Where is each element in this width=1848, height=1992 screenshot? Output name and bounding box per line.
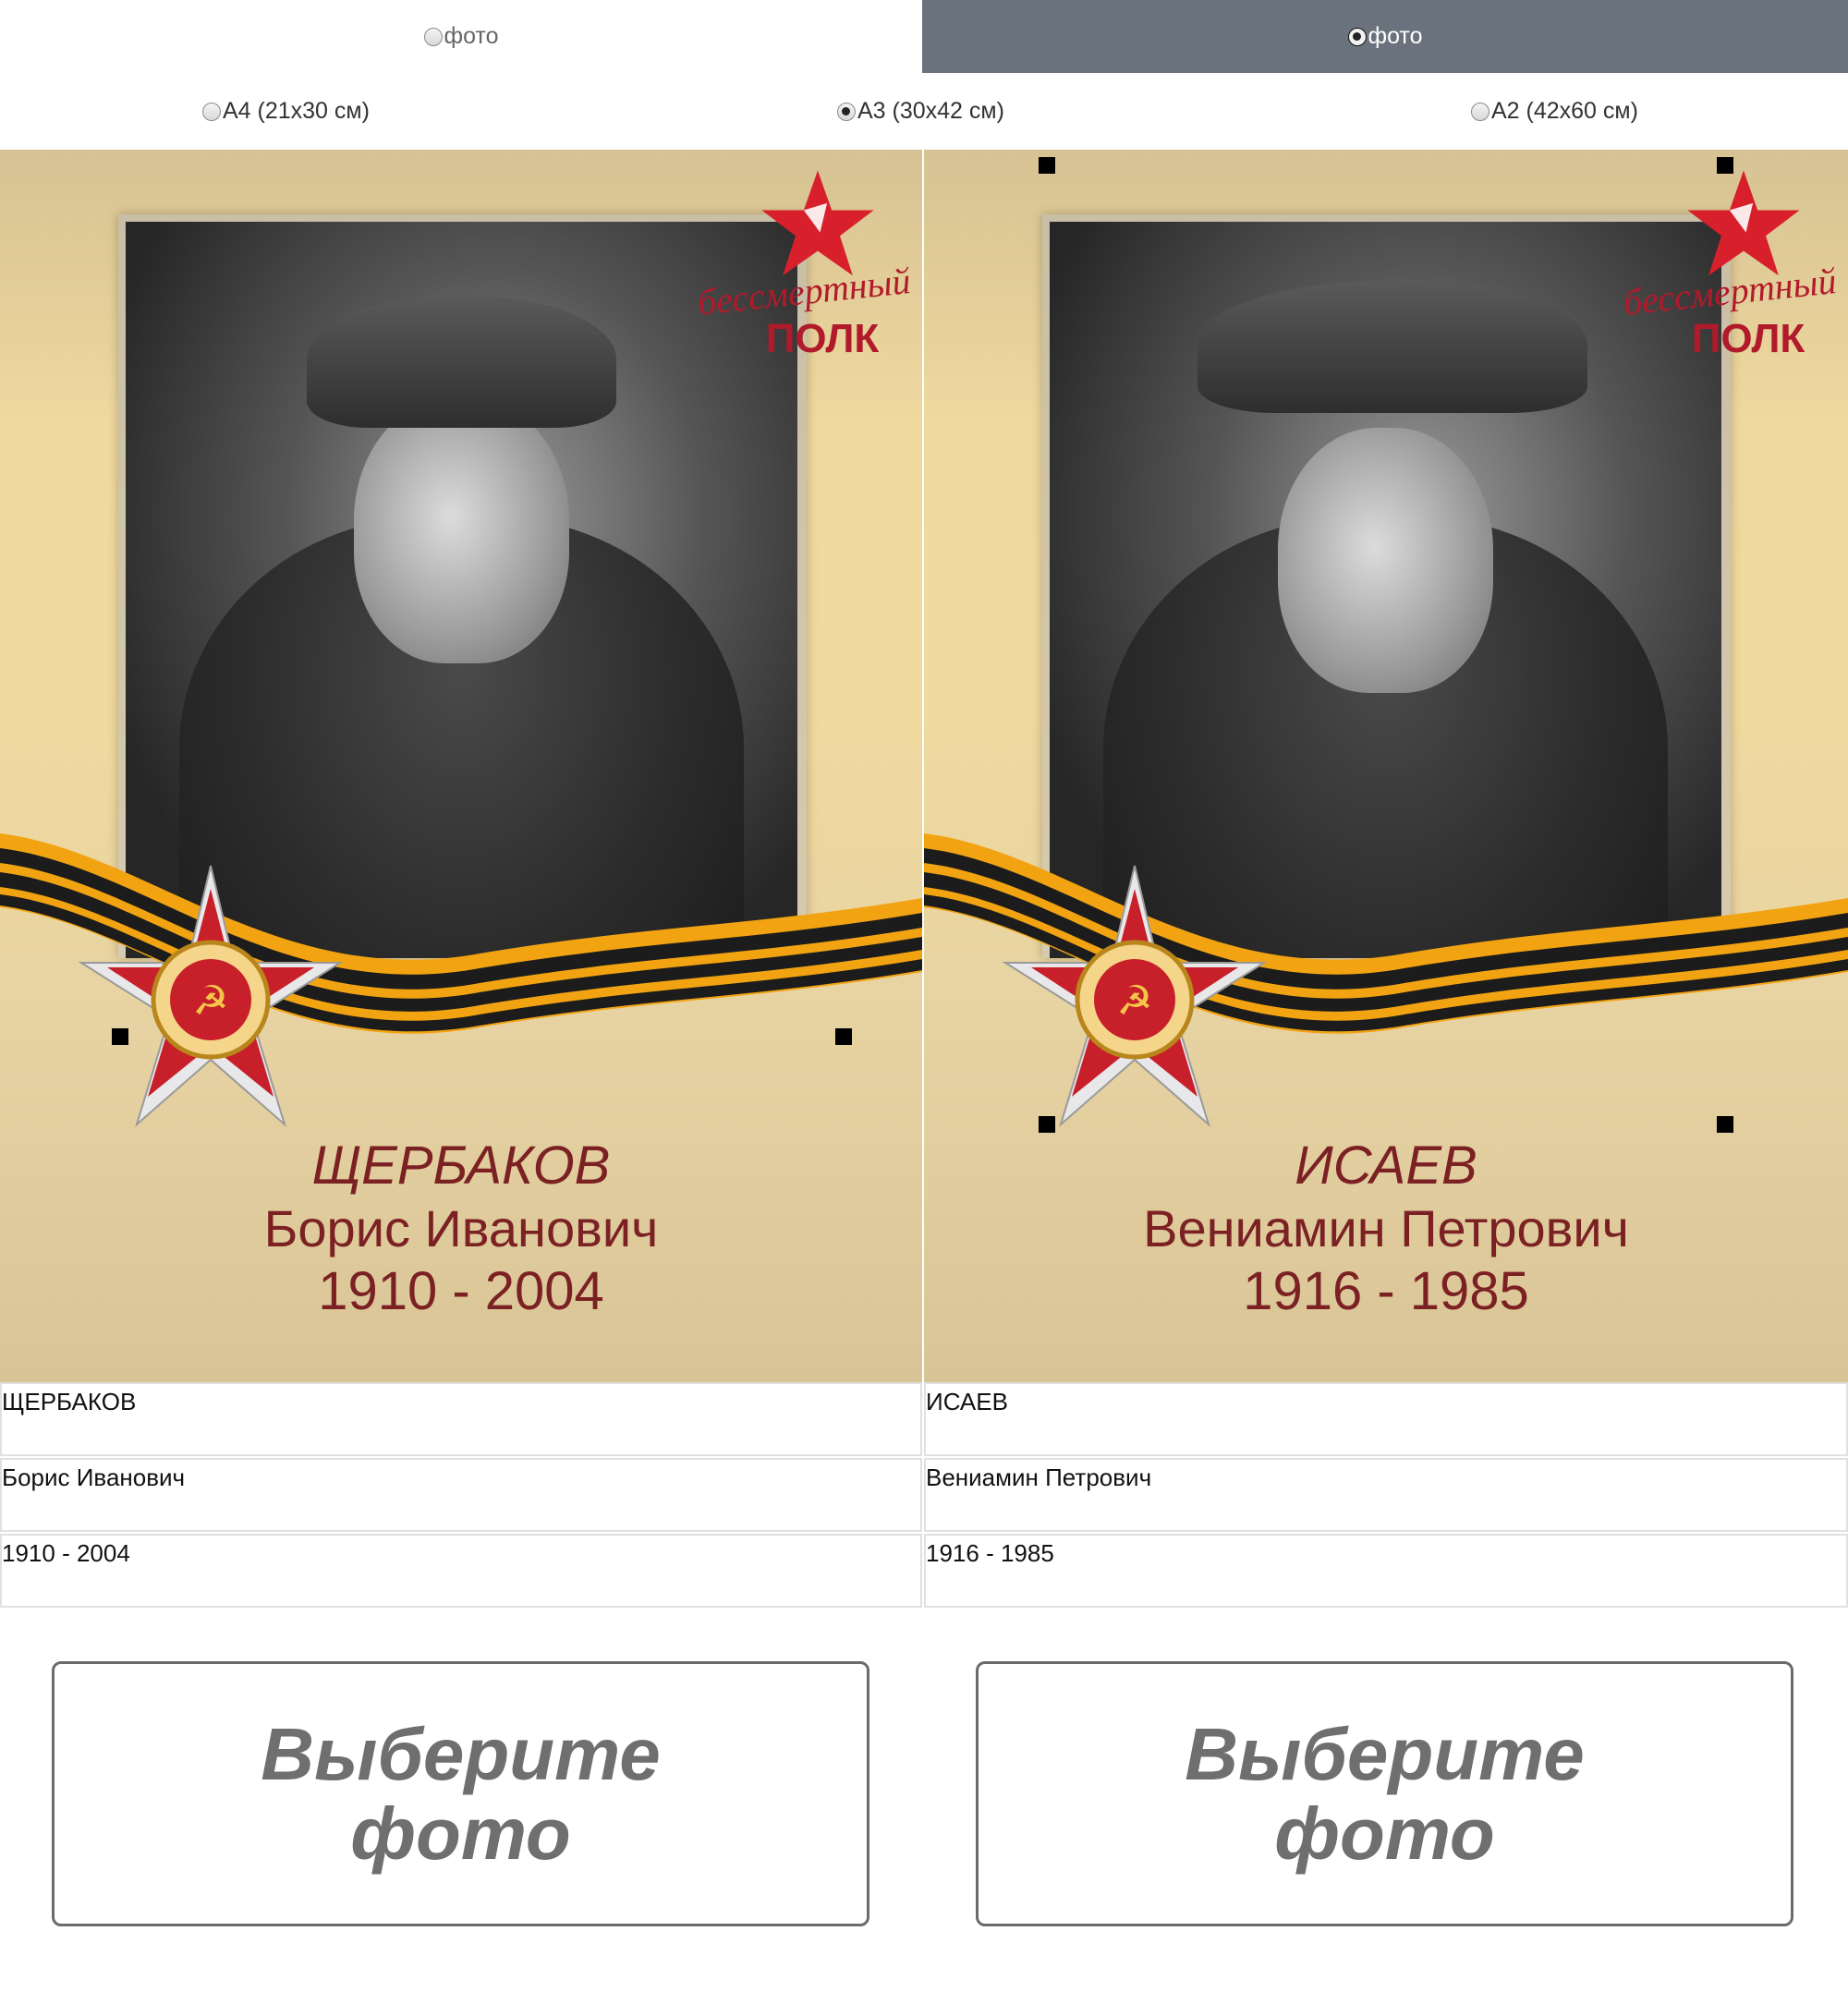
crop-handle-top-right[interactable] bbox=[1717, 157, 1733, 174]
size-a3-radio[interactable] bbox=[837, 102, 856, 121]
size-a2-radio[interactable] bbox=[1471, 102, 1489, 121]
resize-handle[interactable] bbox=[835, 1028, 852, 1045]
size-option-a3[interactable]: А3 (30х42 см) bbox=[837, 73, 1004, 150]
resize-handle[interactable] bbox=[112, 1028, 128, 1045]
portrait-cap-goggles bbox=[1197, 280, 1587, 414]
immortal-regiment-logo: бессмертный ПОЛК bbox=[693, 168, 915, 381]
svg-text:☭: ☭ bbox=[1116, 978, 1152, 1025]
given-name-field-2[interactable]: Вениамин Петрович bbox=[924, 1458, 1848, 1532]
red-star-icon bbox=[1687, 170, 1800, 276]
years-field-1[interactable]: 1910 - 2004 bbox=[0, 1534, 922, 1608]
svg-text:☭: ☭ bbox=[192, 978, 228, 1025]
crop-handle-bottom-left[interactable] bbox=[1039, 1116, 1055, 1133]
portrait-cap bbox=[307, 295, 616, 429]
size-option-a2[interactable]: А2 (42х60 см) bbox=[1471, 73, 1638, 150]
poster-preview-2: бессмертный ПОЛК ☭ ИСАЕВ Вениамин Петров… bbox=[924, 150, 1848, 1382]
poster-names: ЩЕРБАКОВ Борис Иванович 1910 - 2004 bbox=[0, 1134, 922, 1324]
size-options: А4 (21х30 см) А3 (30х42 см) А2 (42х60 см… bbox=[0, 73, 1848, 150]
choose-photo-label-1: Выберите фото bbox=[261, 1712, 661, 1875]
tab-2-radio[interactable] bbox=[1347, 27, 1367, 46]
choose-photo-line1: Выберите bbox=[261, 1712, 661, 1795]
poster-surname: ИСАЕВ bbox=[1295, 1136, 1477, 1196]
surname-field-2[interactable]: ИСАЕВ bbox=[924, 1382, 1848, 1456]
choose-photo-line1: Выберите bbox=[1185, 1712, 1585, 1795]
choose-photo-line2: фото bbox=[1274, 1792, 1495, 1875]
choose-photo-label-2: Выберите фото bbox=[1185, 1712, 1585, 1875]
tab-photo-1[interactable]: фото bbox=[0, 0, 922, 73]
choose-photo-button-1[interactable]: Выберите фото bbox=[52, 1661, 869, 1926]
size-a4-label: А4 (21х30 см) bbox=[223, 98, 370, 124]
crop-handle-bottom-right[interactable] bbox=[1717, 1116, 1733, 1133]
patriotic-war-order-icon: ☭ bbox=[78, 865, 344, 1128]
size-a4-radio[interactable] bbox=[202, 102, 221, 121]
tab-1-label: фото bbox=[444, 23, 499, 49]
poster-years: 1916 - 1985 bbox=[1243, 1261, 1529, 1321]
poster-given-name: Борис Иванович bbox=[263, 1199, 659, 1257]
patriotic-war-order-icon: ☭ bbox=[1002, 865, 1268, 1128]
size-a3-label: А3 (30х42 см) bbox=[857, 98, 1004, 124]
given-name-field-1[interactable]: Борис Иванович bbox=[0, 1458, 922, 1532]
years-field-2[interactable]: 1916 - 1985 bbox=[924, 1534, 1848, 1608]
tab-2-label: фото bbox=[1368, 23, 1423, 49]
poster-names: ИСАЕВ Вениамин Петрович 1916 - 1985 bbox=[924, 1134, 1848, 1324]
tab-1-radio[interactable] bbox=[423, 27, 443, 46]
immortal-regiment-logo: бессмертный ПОЛК bbox=[1619, 168, 1841, 381]
tab-photo-2[interactable]: фото bbox=[922, 0, 1848, 73]
choose-photo-line2: фото bbox=[350, 1792, 571, 1875]
logo-text-line2: ПОЛК bbox=[765, 316, 880, 361]
poster-years: 1910 - 2004 bbox=[318, 1261, 604, 1321]
choose-photo-button-2[interactable]: Выберите фото bbox=[976, 1661, 1793, 1926]
portrait-head bbox=[1278, 428, 1493, 694]
red-star-icon bbox=[761, 170, 874, 276]
crop-handle-top-left[interactable] bbox=[1039, 157, 1055, 174]
portrait-head bbox=[354, 398, 569, 664]
photo-tab-bar: фото фото bbox=[0, 0, 1848, 73]
poster-given-name: Вениамин Петрович bbox=[1143, 1199, 1629, 1257]
poster-preview-1: бессмертный ПОЛК ☭ ЩЕРБАКОВ Борис Иванов… bbox=[0, 150, 922, 1382]
logo-text-line2: ПОЛК bbox=[1691, 316, 1805, 361]
size-a2-label: А2 (42х60 см) bbox=[1491, 98, 1638, 124]
size-option-a4[interactable]: А4 (21х30 см) bbox=[202, 73, 370, 150]
poster-surname: ЩЕРБАКОВ bbox=[311, 1136, 611, 1196]
surname-field-1[interactable]: ЩЕРБАКОВ bbox=[0, 1382, 922, 1456]
